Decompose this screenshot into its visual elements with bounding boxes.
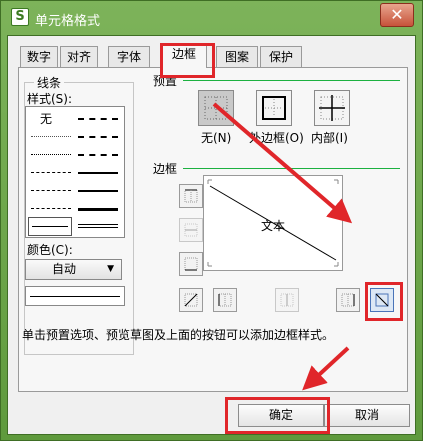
dialog-title: 单元格格式 [35, 14, 101, 29]
dialog-body: 数字 对齐 字体 边框 图案 保护 线条 样式(S): 无 颜色(C): 自动 … [7, 35, 416, 435]
style-thin-selected[interactable] [28, 217, 72, 236]
border-preview[interactable]: 文本 [203, 175, 343, 271]
color-label: 颜色(C): [27, 243, 73, 257]
line-group-title: 线条 [34, 74, 65, 91]
border-diagonal-up-button[interactable] [179, 288, 203, 312]
style-double[interactable] [78, 219, 118, 235]
border-top-button[interactable] [179, 184, 203, 208]
border-inside-vertical-button[interactable] [275, 288, 299, 312]
color-dropdown[interactable]: 自动 ▼ [25, 259, 122, 280]
tab-alignment[interactable]: 对齐 [60, 46, 98, 67]
presets-separator [183, 80, 400, 81]
style-medium-solid[interactable] [78, 165, 118, 181]
border-inside-horizontal-icon [184, 223, 198, 237]
style-dashed[interactable] [31, 201, 71, 217]
style-label: 样式(S): [27, 92, 73, 106]
diagonal-highlight-box [365, 282, 403, 321]
tab-highlight-box [160, 43, 215, 78]
style-dashdotdot[interactable] [31, 165, 71, 181]
chevron-down-icon: ▼ [107, 264, 114, 274]
border-bottom-icon [184, 257, 198, 271]
title-bar[interactable]: S 单元格格式 ✕ [1, 1, 422, 35]
style-dashdot[interactable] [31, 183, 71, 199]
tab-protection[interactable]: 保护 [260, 46, 302, 67]
style-dashdotdot-medium[interactable] [78, 129, 118, 145]
border-separator [183, 168, 400, 169]
style-slant-dashdot[interactable] [78, 147, 118, 163]
border-bottom-button[interactable] [179, 252, 203, 276]
tab-pattern[interactable]: 图案 [216, 46, 258, 67]
style-none[interactable]: 无 [40, 111, 60, 127]
style-dashdot-medium[interactable] [78, 111, 118, 127]
tab-number[interactable]: 数字 [20, 46, 58, 67]
border-inside-vertical-icon [280, 293, 294, 307]
tab-font[interactable]: 字体 [108, 46, 150, 67]
hint-text: 单击预置选项、预览草图及上面的按钮可以添加边框样式。 [22, 328, 335, 342]
preset-outline-icon [262, 96, 286, 120]
border-top-icon [184, 189, 198, 203]
preset-none-icon [204, 96, 228, 120]
diagonal-up-icon [184, 293, 198, 307]
style-medium-solid-2[interactable] [78, 183, 118, 199]
preset-outline-button[interactable] [256, 90, 292, 126]
style-hair[interactable] [31, 147, 71, 163]
style-thick[interactable] [78, 201, 118, 217]
preview-text: 文本 [261, 219, 286, 233]
line-sample [25, 286, 125, 306]
border-right-button[interactable] [336, 288, 360, 312]
style-dotted[interactable] [31, 129, 71, 145]
line-style-list: 无 [25, 106, 125, 238]
cancel-button[interactable]: 取消 [324, 404, 410, 427]
preset-none-label: 无(N) [201, 131, 232, 145]
preset-inside-icon [319, 95, 345, 121]
border-left-button[interactable] [213, 288, 237, 312]
preset-outline-label: 外边框(O) [249, 131, 304, 145]
color-value: 自动 [52, 262, 77, 276]
format-cells-dialog: S 单元格格式 ✕ 数字 对齐 字体 边框 图案 保护 线条 样式(S): 无 [0, 0, 423, 441]
border-title: 边框 [153, 162, 178, 176]
ok-highlight-box [225, 397, 330, 434]
border-right-icon [341, 293, 355, 307]
close-button[interactable]: ✕ [380, 3, 414, 27]
app-icon: S [11, 8, 29, 26]
preset-none-button[interactable] [198, 90, 234, 126]
border-left-icon [218, 293, 232, 307]
border-inside-horizontal-button[interactable] [179, 218, 203, 242]
preset-inside-button[interactable] [314, 90, 350, 126]
preset-inside-label: 内部(I) [311, 131, 348, 145]
